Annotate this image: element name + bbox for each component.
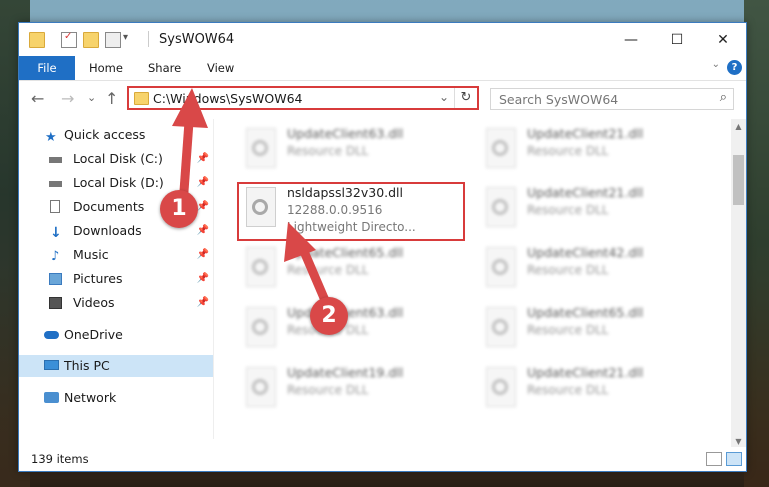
step-1-badge: 1: [160, 190, 198, 228]
arrow-1-head: [172, 88, 208, 128]
annotation-arrows: [172, 88, 335, 314]
step-2-badge: 2: [310, 297, 348, 335]
arrow-2-head: [284, 222, 316, 262]
